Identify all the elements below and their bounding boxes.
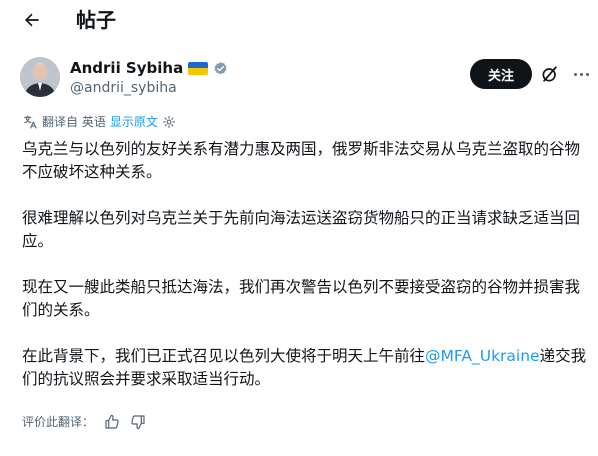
header: 帖子 [0,0,598,40]
more-icon-dot [579,72,583,76]
author-handle[interactable]: @andrii_sybiha [70,79,177,97]
rate-translation-bar: 评价此翻译： [22,413,146,431]
mention-link[interactable]: @MFA_Ukraine [425,347,540,365]
post-paragraph-last: 在此背景下，我们已正式召见以色列大使将于明天上午前往@MFA_Ukraine递交… [22,345,592,391]
avatar-image [20,57,60,97]
rate-translation-label: 评价此翻译： [22,415,95,429]
grok-icon [542,66,557,82]
post-paragraph: 现在又一艘此类船只抵达海法，我们再次警告以色列不要接受盗窃的谷物并损害我们的关系… [22,278,581,319]
translate-icon [24,115,37,129]
author-name-row[interactable]: Andrii Sybiha [70,58,228,78]
post-text: 乌克兰与以色列的友好关系有潜力惠及两国，俄罗斯非法交易从乌克兰盗取的谷物不应破坏… [22,138,592,391]
arrow-left-icon [25,13,39,27]
thumbs-down-icon[interactable] [130,414,146,430]
ukraine-flag-icon [188,61,209,75]
translation-bar: 翻译自 英语 显示原文 [22,113,176,131]
verified-badge-icon[interactable] [213,61,228,76]
page-title: 帖子 [76,8,116,32]
thumbs-up-icon[interactable] [104,414,120,430]
author-name[interactable]: Andrii Sybiha [70,58,183,78]
show-original-link[interactable]: 显示原文 [110,113,158,131]
post-paragraph: 乌克兰与以色列的友好关系有潜力惠及两国，俄罗斯非法交易从乌克兰盗取的谷物不应破坏… [22,140,581,181]
post-text-segment: 在此背景下，我们已正式召见以色列大使将于明天上午前往 [22,347,426,365]
follow-button[interactable]: 关注 [470,59,532,89]
more-icon [573,72,577,76]
more-button[interactable] [569,62,593,86]
post-paragraph: 很难理解以色列对乌克兰关于先前向海法运送盗窃货物船只的正当请求缺乏适当回应。 [22,209,581,250]
more-icon-dot [585,72,589,76]
translated-from-label: 翻译自 英语 [42,115,106,129]
grok-button[interactable] [538,62,562,86]
back-button[interactable] [18,6,46,34]
gear-icon[interactable] [162,115,176,129]
avatar[interactable] [20,57,60,97]
